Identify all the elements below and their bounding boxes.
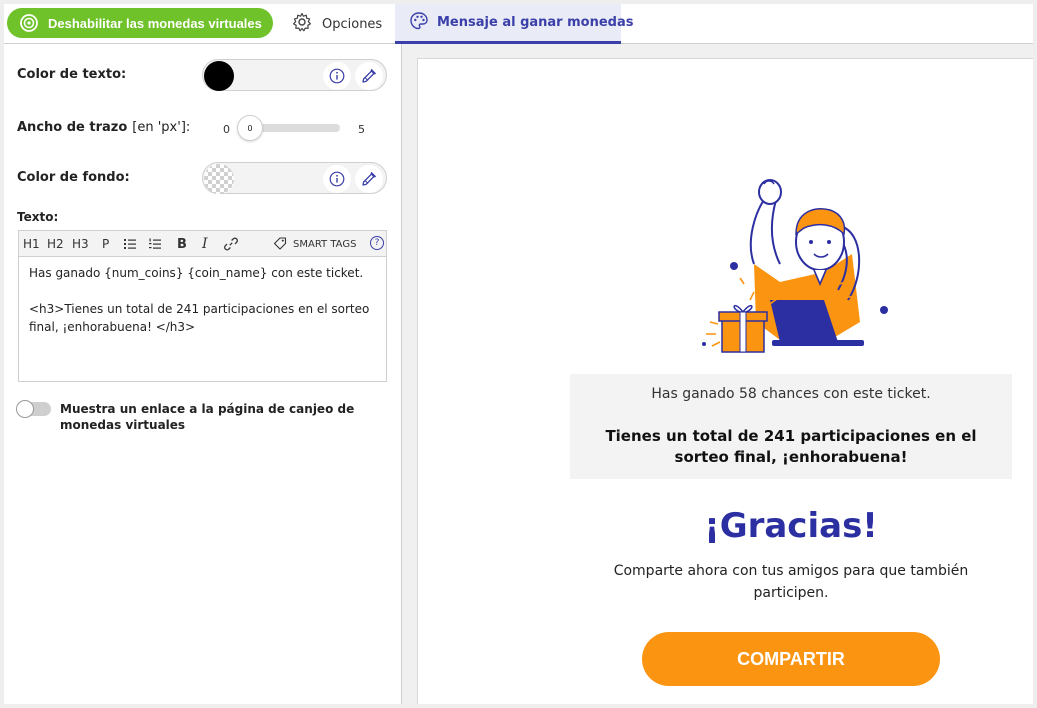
text-editor[interactable]: H1 H2 H3 P B I SMART TAGS ? Has ganado {… xyxy=(18,230,387,382)
tab-options[interactable]: Opciones xyxy=(292,12,382,36)
text-color-field[interactable] xyxy=(202,59,387,91)
info-icon[interactable] xyxy=(323,62,351,90)
tag-icon xyxy=(273,236,287,253)
palette-icon xyxy=(409,11,429,35)
top-tab-bar: Deshabilitar las monedas virtuales Opcio… xyxy=(4,4,1033,44)
stroke-width-slider-handle[interactable]: 0 xyxy=(237,115,263,141)
eyedropper-icon[interactable] xyxy=(355,62,383,90)
stroke-width-max: 5 xyxy=(358,123,365,136)
background-color-swatch[interactable] xyxy=(204,164,234,194)
thanks-heading: ¡Gracias! xyxy=(704,506,878,546)
editor-content[interactable]: Has ganado {num_coins} {coin_name} con e… xyxy=(29,264,379,354)
coins-message-line1: Has ganado 58 chances con este ticket. xyxy=(651,386,931,402)
tab-options-label: Opciones xyxy=(322,16,383,32)
tab-win-coins-message-label: Mensaje al ganar monedas xyxy=(437,15,634,30)
stroke-width-min: 0 xyxy=(223,123,230,136)
stroke-width-title: Ancho de trazo xyxy=(17,120,128,135)
paragraph-button[interactable]: P xyxy=(102,235,109,253)
toggle-knob xyxy=(16,400,34,418)
background-color-label: Color de fondo: xyxy=(17,170,130,185)
link-icon[interactable] xyxy=(223,235,239,253)
text-label: Texto: xyxy=(17,210,59,224)
app-window: Deshabilitar las monedas virtuales Opcio… xyxy=(4,4,1033,704)
editor-line-2: <h3>Tienes un total de 241 participacion… xyxy=(29,302,370,334)
smart-tags-button[interactable]: SMART TAGS xyxy=(273,235,356,253)
numbered-list-icon[interactable] xyxy=(148,235,162,253)
info-icon[interactable] xyxy=(323,165,351,193)
help-icon[interactable]: ? xyxy=(370,236,384,250)
tab-win-coins-message[interactable]: Mensaje al ganar monedas xyxy=(395,4,633,44)
coins-message-line2: Tienes un total de 241 participaciones e… xyxy=(605,427,977,466)
text-color-swatch[interactable] xyxy=(204,61,234,91)
coins-icon xyxy=(19,13,39,33)
italic-icon[interactable]: I xyxy=(202,235,208,253)
bold-icon[interactable]: B xyxy=(177,235,187,253)
h3-button[interactable]: H3 xyxy=(72,235,89,253)
background-color-field[interactable] xyxy=(202,162,387,194)
bullet-list-icon[interactable] xyxy=(123,235,137,253)
disable-virtual-coins-button[interactable]: Deshabilitar las monedas virtuales xyxy=(7,8,273,38)
stroke-width-label: Ancho de trazo [en 'px']: xyxy=(17,120,190,135)
winner-illustration xyxy=(684,172,894,358)
coins-message-box: Has ganado 58 chances con este ticket. T… xyxy=(570,374,1012,479)
editor-line-1: Has ganado {num_coins} {coin_name} con e… xyxy=(29,266,364,280)
stroke-width-value: 0 xyxy=(247,123,253,133)
settings-panel: Color de texto: Ancho de trazo [en 'px']:… xyxy=(4,44,402,704)
redeem-link-toggle-label: Muestra un enlace a la página de canjeo … xyxy=(60,402,355,432)
h1-button[interactable]: H1 xyxy=(23,235,40,253)
share-button[interactable]: COMPARTIR xyxy=(642,632,940,686)
disable-virtual-coins-label: Deshabilitar las monedas virtuales xyxy=(48,15,262,31)
h2-button[interactable]: H2 xyxy=(47,235,64,253)
gear-icon xyxy=(292,12,312,36)
redeem-link-toggle[interactable] xyxy=(16,400,51,418)
smart-tags-label: SMART TAGS xyxy=(293,238,357,250)
share-prompt-text: Comparte ahora con tus amigos para que t… xyxy=(613,563,969,601)
stroke-width-unit: [en 'px']: xyxy=(132,120,191,135)
editor-toolbar: H1 H2 H3 P B I SMART TAGS ? xyxy=(19,231,386,257)
eyedropper-icon[interactable] xyxy=(355,165,383,193)
text-color-label: Color de texto: xyxy=(17,67,127,82)
